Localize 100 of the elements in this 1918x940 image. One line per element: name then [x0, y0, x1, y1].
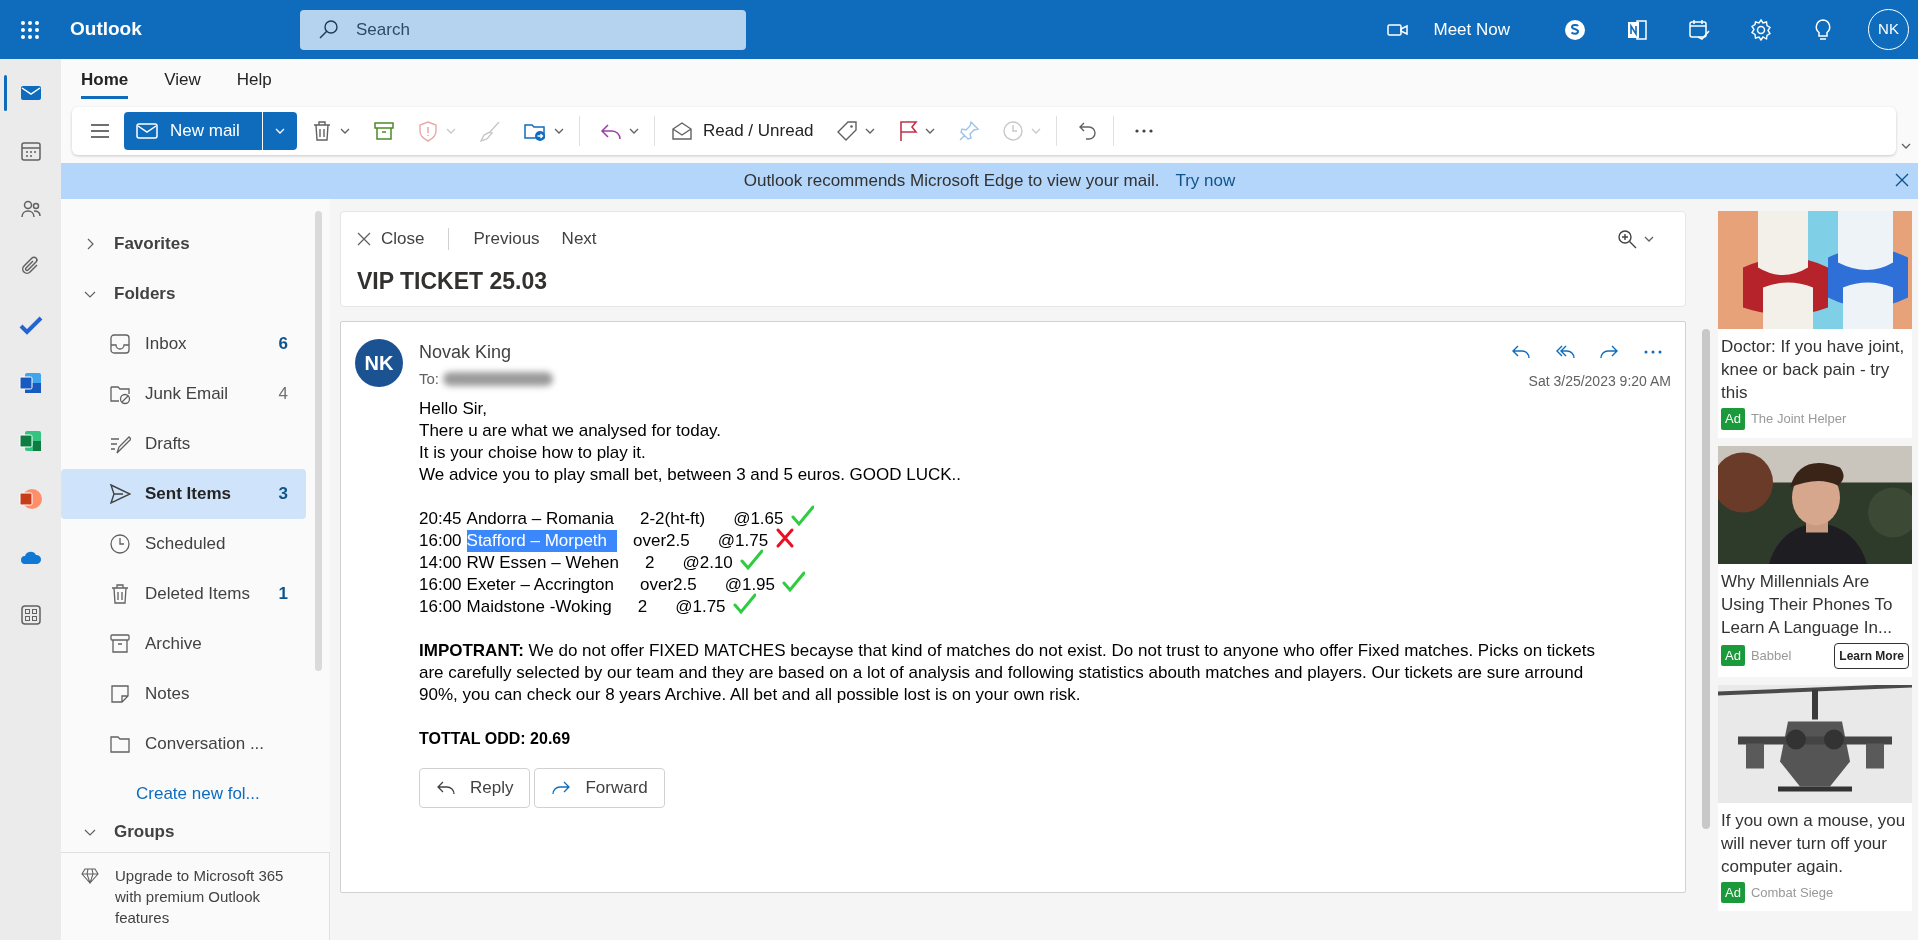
- pick-market: 2-2(ht-ft): [639, 508, 706, 530]
- close-button[interactable]: Close: [357, 226, 425, 252]
- reply-all-icon: [1555, 343, 1575, 361]
- chevron-down-icon: [445, 126, 457, 136]
- onenote-button[interactable]: [1625, 17, 1649, 42]
- skype-button[interactable]: [1563, 17, 1587, 42]
- chevron-down-icon: [553, 126, 565, 136]
- more-options-icon: [1133, 128, 1154, 134]
- create-folder-link[interactable]: Create new fol...: [61, 769, 306, 819]
- tag-icon: [835, 120, 858, 142]
- previous-button[interactable]: Previous: [473, 226, 540, 252]
- folder-item[interactable]: Deleted Items 1: [61, 569, 306, 619]
- reply-button[interactable]: Reply: [419, 768, 531, 808]
- reply-button[interactable]: [1511, 343, 1531, 361]
- open-envelope-icon: [671, 121, 693, 141]
- more-icon: [1643, 350, 1663, 354]
- menu-icon: [90, 123, 110, 139]
- folder-item[interactable]: Junk Email 4: [61, 369, 306, 419]
- learn-more-button[interactable]: Learn More: [1834, 642, 1909, 669]
- pick-market: 2: [645, 552, 655, 574]
- unread-count: 1: [278, 583, 288, 606]
- sender-avatar: NK: [355, 339, 403, 387]
- total-odds: TOTTAL ODD: 20.69: [419, 729, 572, 749]
- forward-icon: [551, 779, 572, 797]
- pick-time: 16:00: [419, 574, 462, 596]
- pick-match: Exeter – Accrington: [466, 574, 615, 596]
- scrollbar-thumb[interactable]: [315, 211, 322, 671]
- settings-button[interactable]: [1749, 17, 1773, 42]
- message-date: Sat 3/25/2023 9:20 AM: [1528, 372, 1671, 391]
- folder-item[interactable]: Archive: [61, 619, 306, 669]
- word-icon: [18, 371, 43, 395]
- body-text: There u are what we analysed for today.: [419, 420, 723, 442]
- try-now-link[interactable]: Try now: [1175, 168, 1236, 194]
- meet-now-button[interactable]: Meet Now: [1387, 16, 1510, 43]
- video-camera-icon: [1387, 21, 1410, 38]
- mail-icon: [136, 123, 158, 139]
- forward-button[interactable]: Forward: [534, 768, 665, 808]
- ad-sponsor: Babbel: [1750, 646, 1793, 665]
- pick-match: RW Essen – Wehen: [466, 552, 620, 574]
- deleted-folder-icon: [109, 583, 131, 605]
- scrollbar-thumb[interactable]: [1702, 329, 1710, 829]
- folder-item[interactable]: Inbox 6: [61, 319, 306, 369]
- close-banner-button[interactable]: [1894, 172, 1910, 188]
- expand-ribbon-button[interactable]: [1900, 141, 1912, 151]
- folder-section-header[interactable]: Folders: [61, 269, 306, 319]
- chevron-down-icon: [274, 126, 286, 136]
- unread-count: 4: [278, 383, 288, 406]
- close-icon: [1894, 172, 1910, 188]
- folder-item[interactable]: Notes: [61, 669, 306, 719]
- pick-time: 16:00: [419, 530, 462, 552]
- folder-item[interactable]: Drafts: [61, 419, 306, 469]
- chevron-down-icon: [1029, 126, 1042, 136]
- settings-icon: [1749, 17, 1773, 42]
- calendar-check-button[interactable]: [1687, 17, 1711, 42]
- zoom-in-icon: [1617, 229, 1637, 249]
- search-field[interactable]: Search: [300, 9, 746, 50]
- forward-button[interactable]: [1599, 343, 1619, 361]
- folder-item[interactable]: Sent Items 3: [61, 469, 306, 519]
- apps-icon: [18, 603, 43, 627]
- pick-odd: @1.65: [733, 508, 784, 530]
- pick-odd: @1.75: [717, 530, 769, 552]
- upgrade-message[interactable]: Upgrade to Microsoft 365 with premium Outlook features: [115, 865, 295, 940]
- ad-badge: Ad: [1721, 881, 1745, 903]
- chevron-down-icon: [1643, 234, 1655, 244]
- sender-name: Novak King: [419, 341, 513, 364]
- archive-icon: [373, 121, 395, 141]
- ad-sponsor: Combat Siege: [1750, 883, 1835, 902]
- ribbon-tab[interactable]: Help: [236, 63, 272, 99]
- pick-market: over2.5: [633, 530, 690, 552]
- pick-time: 20:45: [419, 508, 462, 530]
- folder-section-header[interactable]: Favorites: [61, 219, 306, 269]
- ad-headline[interactable]: If you own a mouse, you will never turn off your computer again.: [1718, 808, 1912, 878]
- notice-paragraph: IMPOTRANT: We do not offer FIXED MATCHES becayse that kind of matches do not exist. Do not trust to anyone who offer Fixed matches. Picks on tickets are carefully selected by our team and they are based on a lot of analysis and following statistics abouth matches and players. Our tickets are sure arround 90%, you can check our 8 years Archive. All bet and all possible lost is on your own risk.: [419, 640, 1596, 706]
- snooze-icon: [1001, 120, 1024, 142]
- sent-folder-icon: [109, 483, 131, 505]
- reply-icon: [600, 122, 622, 140]
- chevron-down-icon: [339, 126, 351, 136]
- archive-folder-icon: [109, 633, 131, 655]
- diamond-icon: [81, 868, 99, 884]
- ribbon-tab[interactable]: View: [164, 63, 201, 99]
- new-mail-dropdown[interactable]: [262, 112, 297, 150]
- ad-headline[interactable]: Doctor: If you have joint, knee or back pain - try this: [1718, 335, 1912, 404]
- body-text: It is your choise how to play it.: [419, 442, 647, 464]
- excel-icon: [18, 429, 43, 453]
- zoom-button[interactable]: [1617, 229, 1655, 249]
- next-button[interactable]: Next: [561, 226, 597, 252]
- sweep-icon: [479, 120, 501, 142]
- reply-all-button[interactable]: [1555, 343, 1575, 361]
- folder-item[interactable]: Conversation ...: [61, 719, 306, 769]
- pick-match: Stafford – Morpeth: [466, 530, 618, 552]
- chevron-down-icon: [923, 126, 936, 136]
- report-icon: [417, 120, 439, 142]
- scheduled-folder-icon: [109, 533, 131, 555]
- ad-headline[interactable]: Why Millennials Are Using Their Phones To Learn A Language In...: [1718, 569, 1912, 639]
- app-launcher-icon[interactable]: [20, 19, 40, 40]
- new-mail-button[interactable]: New mail: [124, 112, 262, 150]
- chevron-down-icon: [863, 126, 876, 136]
- read-unread-button[interactable]: Read / Unread: [663, 113, 822, 149]
- folder-item[interactable]: Scheduled: [61, 519, 306, 569]
- folder-section-header[interactable]: Groups: [61, 819, 306, 845]
